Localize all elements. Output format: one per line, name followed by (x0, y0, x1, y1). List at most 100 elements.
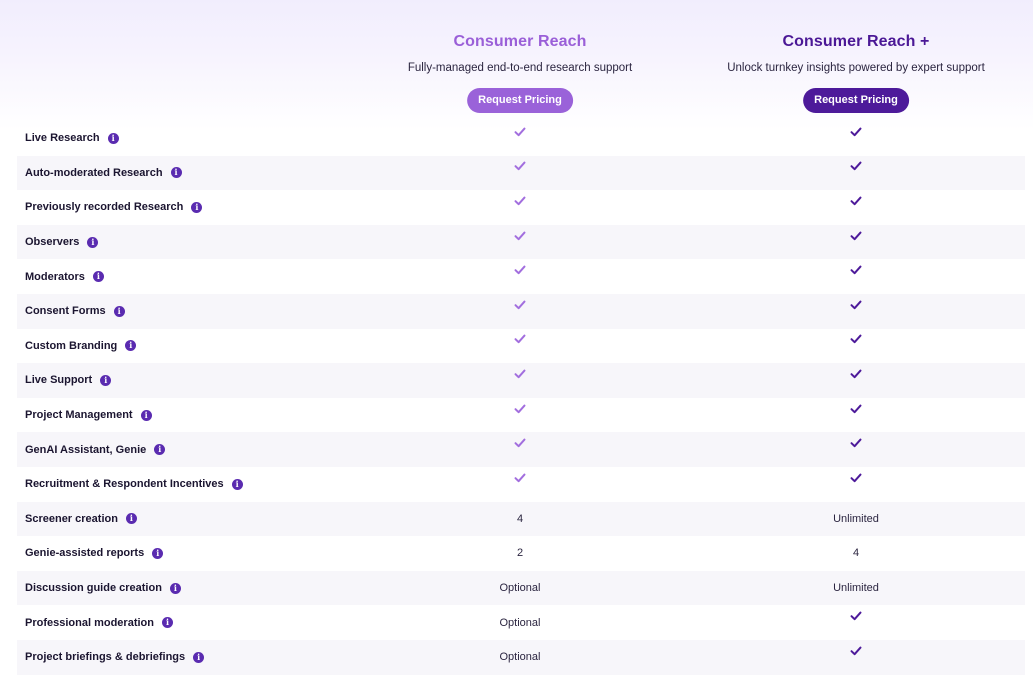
table-row: Custom Branding i (17, 329, 1025, 364)
feature-name: Live Research i (25, 121, 119, 156)
feature-name: Consent Forms i (25, 294, 125, 329)
info-icon[interactable]: i (152, 547, 164, 559)
checkmark-icon (850, 265, 862, 275)
checkmark-icon (850, 196, 862, 206)
feature-name: Professional moderation i (25, 605, 173, 640)
plan-description: Fully-managed end-to-end research suppor… (407, 62, 633, 74)
table-row: Project briefings & debriefings i Optional (17, 639, 1025, 675)
plan-header: Consumer Reach Fully-managed end-to-end … (0, 0, 1033, 120)
consumer-reach-plus-value: Unlimited (688, 571, 1024, 606)
table-row: Screener creation i 4 Unlimited (17, 501, 1025, 537)
info-icon[interactable]: i (100, 374, 112, 386)
checkmark-icon (514, 231, 526, 240)
feature-name: Project Management i (25, 398, 152, 433)
consumer-reach-plus-value (688, 605, 1024, 640)
checkmark-icon (850, 438, 862, 448)
request-pricing-button[interactable]: Request Pricing (467, 88, 573, 113)
feature-label: GenAI Assistant, Genie (25, 443, 147, 456)
feature-label: Professional moderation (25, 616, 154, 629)
feature-name: Auto-moderated Research i (25, 156, 182, 191)
feature-label: Discussion guide creation (25, 582, 162, 595)
table-row: Consent Forms i (17, 293, 1025, 329)
cell-value: Optional (499, 616, 541, 629)
consumer-reach-value: Optional (352, 571, 688, 606)
consumer-reach-value (352, 156, 688, 191)
checkmark-icon (514, 334, 526, 344)
table-row: Live Research i (17, 121, 1025, 156)
checkmark-icon (514, 473, 526, 482)
feature-name: Project briefings & debriefings i (25, 640, 205, 675)
feature-name: GenAI Assistant, Genie i (25, 432, 166, 467)
feature-label: Observers (25, 236, 80, 249)
info-icon[interactable]: i (113, 305, 125, 317)
consumer-reach-value (352, 121, 688, 156)
checkmark-icon (850, 300, 862, 309)
checkmark-icon (514, 161, 526, 171)
cell-value: Optional (499, 651, 541, 664)
consumer-reach-plus-value (688, 432, 1024, 467)
consumer-reach-plus-value (688, 294, 1024, 329)
consumer-reach-value (352, 259, 688, 294)
feature-name: Custom Branding i (25, 329, 137, 364)
consumer-reach-value (352, 398, 688, 433)
info-icon[interactable]: i (191, 201, 203, 213)
table-row: Discussion guide creation i Optional Unlimi… (17, 570, 1025, 606)
consumer-reach-value (352, 467, 688, 502)
checkmark-icon (850, 161, 862, 171)
feature-label: Genie-assisted reports (25, 547, 145, 560)
consumer-reach-plus-value (688, 363, 1024, 398)
info-icon[interactable]: i (92, 271, 104, 283)
feature-label: Auto-moderated Research (25, 166, 163, 179)
table-row: GenAI Assistant, Genie i (17, 432, 1025, 467)
info-icon[interactable]: i (231, 478, 243, 490)
consumer-reach-value (352, 329, 688, 364)
table-row: Project Management i (17, 398, 1025, 433)
consumer-reach-value: 4 (352, 502, 688, 537)
cell-value: 4 (852, 547, 860, 560)
info-icon[interactable]: i (170, 167, 182, 179)
consumer-reach-value: 2 (352, 536, 688, 571)
cell-value: Unlimited (833, 512, 879, 525)
info-icon[interactable]: i (140, 409, 152, 421)
table-row: Previously recorded Research i (17, 190, 1025, 225)
table-row: Professional moderation i Optional (17, 605, 1025, 640)
cell-value: 2 (516, 547, 524, 560)
consumer-reach-value: Optional (352, 605, 688, 640)
table-row: Genie-assisted reports i 2 4 (17, 536, 1025, 571)
feature-label: Screener creation (25, 512, 118, 525)
checkmark-icon (850, 473, 862, 482)
consumer-reach-plus-value (688, 190, 1024, 225)
checkmark-icon (514, 369, 526, 379)
consumer-reach-plus-value (688, 259, 1024, 294)
checkmark-icon (514, 196, 526, 206)
plan-title: Consumer Reach + (782, 33, 930, 50)
feature-name: Genie-assisted reports i (25, 536, 164, 571)
feature-label: Consent Forms (25, 305, 106, 318)
consumer-reach-plus-value (688, 398, 1024, 433)
checkmark-icon (850, 334, 862, 344)
info-icon[interactable]: i (154, 444, 166, 456)
consumer-reach-plus-value (688, 640, 1024, 675)
table-row: Live Support i (17, 363, 1025, 398)
info-icon[interactable]: i (193, 651, 205, 663)
consumer-reach-value: Optional (352, 640, 688, 675)
plan-description: Unlock turnkey insights powered by exper… (727, 62, 985, 74)
info-icon[interactable]: i (161, 617, 173, 629)
feature-name: Previously recorded Research i (25, 190, 203, 225)
table-row: Auto-moderated Research i (17, 155, 1025, 191)
feature-label: Moderators (25, 270, 85, 283)
feature-label: Project Management (25, 409, 133, 422)
info-icon[interactable]: i (169, 582, 181, 594)
checkmark-icon (850, 404, 862, 413)
info-icon[interactable]: i (125, 513, 137, 525)
request-pricing-button[interactable]: Request Pricing (803, 88, 909, 113)
checkmark-icon (514, 404, 526, 413)
checkmark-icon (850, 127, 862, 136)
consumer-reach-value (352, 363, 688, 398)
checkmark-icon (514, 438, 526, 448)
info-icon[interactable]: i (107, 132, 119, 144)
info-icon[interactable]: i (87, 236, 99, 248)
cell-value: 4 (516, 512, 524, 525)
feature-label: Live Research (25, 132, 100, 145)
info-icon[interactable]: i (125, 340, 137, 352)
